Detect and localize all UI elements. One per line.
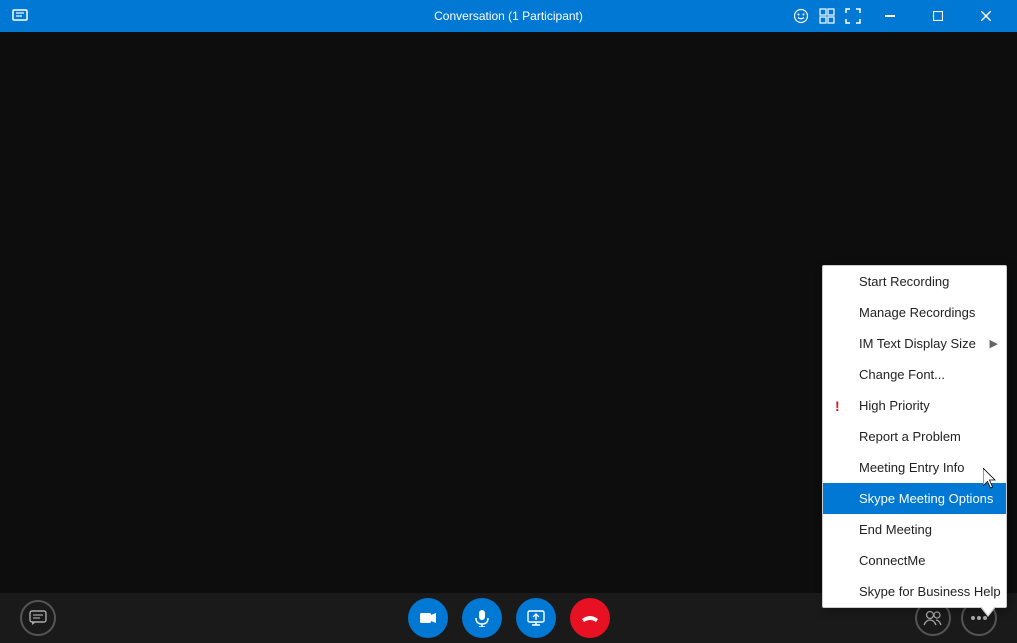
menu-item-manage-recordings[interactable]: Manage Recordings <box>823 297 1006 328</box>
skype-meeting-options-label: Skype Meeting Options <box>859 491 993 506</box>
connect-me-label: ConnectMe <box>859 553 925 568</box>
manage-recordings-label: Manage Recordings <box>859 305 975 320</box>
toolbar-center <box>408 598 610 638</box>
menu-item-skype-meeting-options[interactable]: Skype Meeting Options <box>823 483 1006 514</box>
change-font-label: Change Font... <box>859 367 945 382</box>
end-meeting-label: End Meeting <box>859 522 932 537</box>
menu-item-skype-business-help[interactable]: Skype for Business Help <box>823 576 1006 607</box>
window-controls <box>789 0 1009 32</box>
cursor-icon <box>983 468 999 490</box>
exclamation-icon: ! <box>835 398 840 414</box>
title-bar: Conversation (1 Participant) <box>0 0 1017 32</box>
title-bar-left <box>8 4 32 28</box>
meeting-entry-info-label: Meeting Entry Info <box>859 460 965 475</box>
im-text-display-label: IM Text Display Size <box>859 336 976 351</box>
start-recording-label: Start Recording <box>859 274 949 289</box>
report-problem-label: Report a Problem <box>859 429 961 444</box>
menu-arrow-down-icon <box>980 607 996 617</box>
fullscreen-icon[interactable] <box>841 4 865 28</box>
menu-item-connect-me[interactable]: ConnectMe <box>823 545 1006 576</box>
menu-item-end-meeting[interactable]: End Meeting <box>823 514 1006 545</box>
message-icon[interactable] <box>8 4 32 28</box>
close-button[interactable] <box>963 0 1009 32</box>
submenu-arrow-icon: ▶ <box>990 337 998 350</box>
menu-item-change-font[interactable]: Change Font... <box>823 359 1006 390</box>
restore-button[interactable] <box>915 0 961 32</box>
end-call-button[interactable] <box>570 598 610 638</box>
context-menu: Start Recording Manage Recordings IM Tex… <box>822 265 1007 608</box>
menu-item-report-problem[interactable]: Report a Problem <box>823 421 1006 452</box>
high-priority-label: High Priority <box>859 398 930 413</box>
menu-item-meeting-entry-info[interactable]: Meeting Entry Info <box>823 452 1006 483</box>
video-button[interactable] <box>408 598 448 638</box>
emoji-icon[interactable] <box>789 4 813 28</box>
menu-item-start-recording[interactable]: Start Recording <box>823 266 1006 297</box>
skype-business-help-label: Skype for Business Help <box>859 584 1001 599</box>
toolbar-left <box>20 600 56 636</box>
chat-button[interactable] <box>20 600 56 636</box>
minimize-button[interactable] <box>867 0 913 32</box>
screen-share-button[interactable] <box>516 598 556 638</box>
mic-button[interactable] <box>462 598 502 638</box>
contacts-icon[interactable] <box>815 4 839 28</box>
menu-item-im-text-display[interactable]: IM Text Display Size ▶ <box>823 328 1006 359</box>
window-title: Conversation (1 Participant) <box>434 9 583 23</box>
menu-item-high-priority[interactable]: ! High Priority <box>823 390 1006 421</box>
